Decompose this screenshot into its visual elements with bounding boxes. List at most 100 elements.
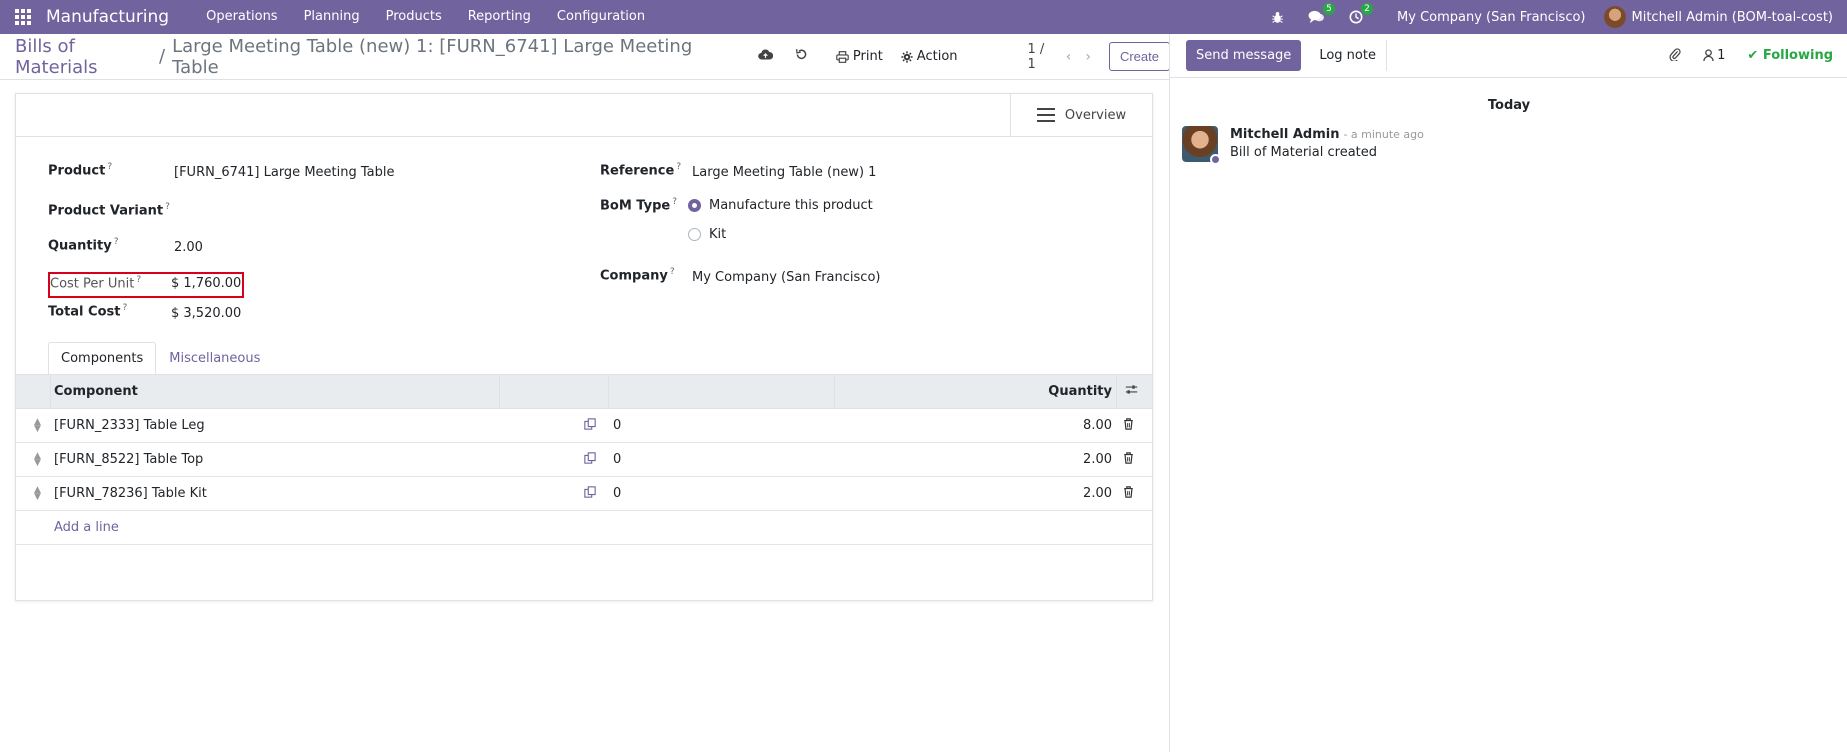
- print-label: Print: [852, 49, 883, 64]
- activities-clock-icon[interactable]: 2: [1349, 3, 1374, 24]
- bom-type-manufacture-label: Manufacture this product: [709, 198, 873, 213]
- author-avatar[interactable]: [1182, 126, 1221, 165]
- copy-icon[interactable]: [584, 452, 596, 467]
- component-value: 0: [613, 486, 622, 501]
- table-header: Component Quantity: [16, 375, 1152, 409]
- date-separator-today: Today: [1170, 98, 1847, 113]
- top-navbar: Manufacturing Operations Planning Produc…: [0, 0, 1847, 34]
- create-button[interactable]: Create: [1108, 42, 1170, 71]
- breadcrumb-separator: /: [159, 46, 166, 67]
- company-value[interactable]: My Company (San Francisco): [692, 270, 880, 285]
- bom-type-kit-label: Kit: [709, 227, 727, 242]
- component-value: 0: [613, 452, 622, 467]
- table-row[interactable]: ▲ ▼ [FURN_8522] Table Top 0 2.00: [16, 443, 1152, 477]
- product-value[interactable]: [FURN_6741] Large Meeting Table: [174, 165, 394, 180]
- cost-per-unit-label: Cost Per Unit?: [50, 275, 142, 292]
- quantity-value[interactable]: 2.00: [174, 240, 203, 255]
- optional-columns-sliders-icon[interactable]: [1125, 384, 1138, 399]
- pager-next-icon[interactable]: ›: [1085, 49, 1091, 65]
- company-label: Company?: [600, 267, 675, 284]
- following-button[interactable]: ✔ Following: [1747, 48, 1833, 63]
- product-field: Product?: [48, 162, 112, 178]
- overview-label: Overview: [1064, 107, 1127, 123]
- log-note-button[interactable]: Log note: [1309, 40, 1387, 71]
- tab-components[interactable]: Components: [48, 342, 157, 375]
- bom-type-kit-radio[interactable]: Kit: [688, 227, 726, 242]
- menu-products[interactable]: Products: [373, 0, 455, 34]
- quantity-field: Quantity?: [48, 237, 118, 253]
- component-name[interactable]: [FURN_8522] Table Top: [54, 452, 203, 467]
- total-cost-label: Total Cost?: [48, 303, 128, 320]
- message-body: Mitchell Admin - a minute ago Bill of Ma…: [1230, 126, 1424, 162]
- systray: 5 2 My Company (San Francisco) Mitchell …: [1259, 0, 1847, 34]
- print-icon: [836, 50, 849, 63]
- apps-menu-icon[interactable]: [0, 0, 46, 34]
- followers-button[interactable]: 1: [1703, 48, 1725, 63]
- component-name[interactable]: [FURN_2333] Table Leg: [54, 418, 205, 433]
- reference-value[interactable]: Large Meeting Table (new) 1: [692, 165, 876, 180]
- copy-icon[interactable]: [584, 418, 596, 433]
- menu-planning[interactable]: Planning: [291, 0, 373, 34]
- attachment-paperclip-icon[interactable]: [1669, 47, 1681, 65]
- messages-chat-icon[interactable]: 5: [1308, 3, 1336, 24]
- main-menu: Operations Planning Products Reporting C…: [193, 0, 658, 34]
- total-cost-value: $ 3,520.00: [171, 306, 242, 321]
- table-row[interactable]: ▲ ▼ [FURN_78236] Table Kit 0 2.00: [16, 477, 1152, 511]
- column-header-component[interactable]: Component: [54, 384, 138, 399]
- drag-handle-icon[interactable]: ▲ ▼: [34, 485, 41, 501]
- control-panel: Bills of Materials / Large Meeting Table…: [0, 34, 1170, 80]
- product-variant-field: Product Variant?: [48, 202, 170, 218]
- pager-value[interactable]: 1 / 1: [1028, 42, 1052, 72]
- menu-configuration[interactable]: Configuration: [544, 0, 658, 34]
- activities-badge: 2: [1361, 3, 1374, 15]
- quantity-label: Quantity?: [48, 237, 119, 254]
- message-date: - a minute ago: [1343, 128, 1424, 141]
- message-author[interactable]: Mitchell Admin: [1230, 127, 1339, 142]
- send-message-button[interactable]: Send message: [1186, 40, 1302, 71]
- chatter-message: Mitchell Admin - a minute ago Bill of Ma…: [1182, 126, 1424, 165]
- chatter-tools: 1 ✔ Following: [1669, 47, 1833, 65]
- component-name[interactable]: [FURN_78236] Table Kit: [54, 486, 207, 501]
- bom-type-field: BoM Type?: [600, 197, 677, 213]
- message-text: Bill of Material created: [1230, 145, 1378, 160]
- followers-count: 1: [1717, 48, 1726, 63]
- bom-type-manufacture-radio[interactable]: Manufacture this product: [688, 198, 873, 213]
- print-button[interactable]: Print: [836, 49, 883, 64]
- component-quantity[interactable]: 8.00: [1083, 418, 1112, 433]
- notebook-tabs: Components Miscellaneous: [48, 342, 273, 375]
- action-button[interactable]: Action: [901, 49, 958, 64]
- radio-checked-icon: [688, 199, 701, 212]
- components-table: Component Quantity ▲ ▼ [FURN_2333] Table …: [16, 374, 1152, 545]
- drag-handle-icon[interactable]: ▲ ▼: [34, 451, 41, 467]
- tab-miscellaneous[interactable]: Miscellaneous: [156, 342, 273, 375]
- drag-handle-icon[interactable]: ▲ ▼: [34, 417, 41, 433]
- user-avatar: [1603, 6, 1626, 28]
- trash-icon[interactable]: [1123, 418, 1134, 433]
- company-switcher[interactable]: My Company (San Francisco): [1397, 10, 1585, 25]
- copy-icon[interactable]: [584, 486, 596, 501]
- app-name[interactable]: Manufacturing: [46, 7, 169, 27]
- pager-previous-icon[interactable]: ‹: [1066, 49, 1072, 65]
- breadcrumb-bills-of-materials[interactable]: Bills of Materials: [15, 36, 152, 78]
- trash-icon[interactable]: [1123, 486, 1134, 501]
- add-line-link[interactable]: Add a line: [54, 520, 119, 535]
- component-quantity[interactable]: 2.00: [1083, 452, 1112, 467]
- bom-type-label: BoM Type?: [600, 197, 678, 214]
- reference-field: Reference?: [600, 162, 681, 178]
- component-quantity[interactable]: 2.00: [1083, 486, 1112, 501]
- save-cloud-icon[interactable]: [758, 48, 774, 65]
- trash-icon[interactable]: [1123, 452, 1134, 467]
- chatter-panel: Send message Log note 1 ✔ Following Toda…: [1169, 34, 1847, 752]
- menu-operations[interactable]: Operations: [193, 0, 290, 34]
- user-menu[interactable]: Mitchell Admin (BOM-toal-cost): [1603, 6, 1833, 28]
- reference-label: Reference?: [600, 162, 682, 179]
- debug-bug-icon[interactable]: [1271, 11, 1284, 24]
- menu-reporting[interactable]: Reporting: [455, 0, 544, 34]
- table-row[interactable]: ▲ ▼ [FURN_2333] Table Leg 0 8.00: [16, 409, 1152, 443]
- column-header-quantity[interactable]: Quantity: [1048, 384, 1112, 399]
- gear-icon: [901, 50, 913, 63]
- action-label: Action: [916, 49, 958, 64]
- overview-button[interactable]: Overview: [1010, 94, 1152, 136]
- form-sheet: Overview Product? [FURN_6741] Large Meet…: [15, 93, 1153, 601]
- discard-undo-icon[interactable]: [795, 48, 808, 65]
